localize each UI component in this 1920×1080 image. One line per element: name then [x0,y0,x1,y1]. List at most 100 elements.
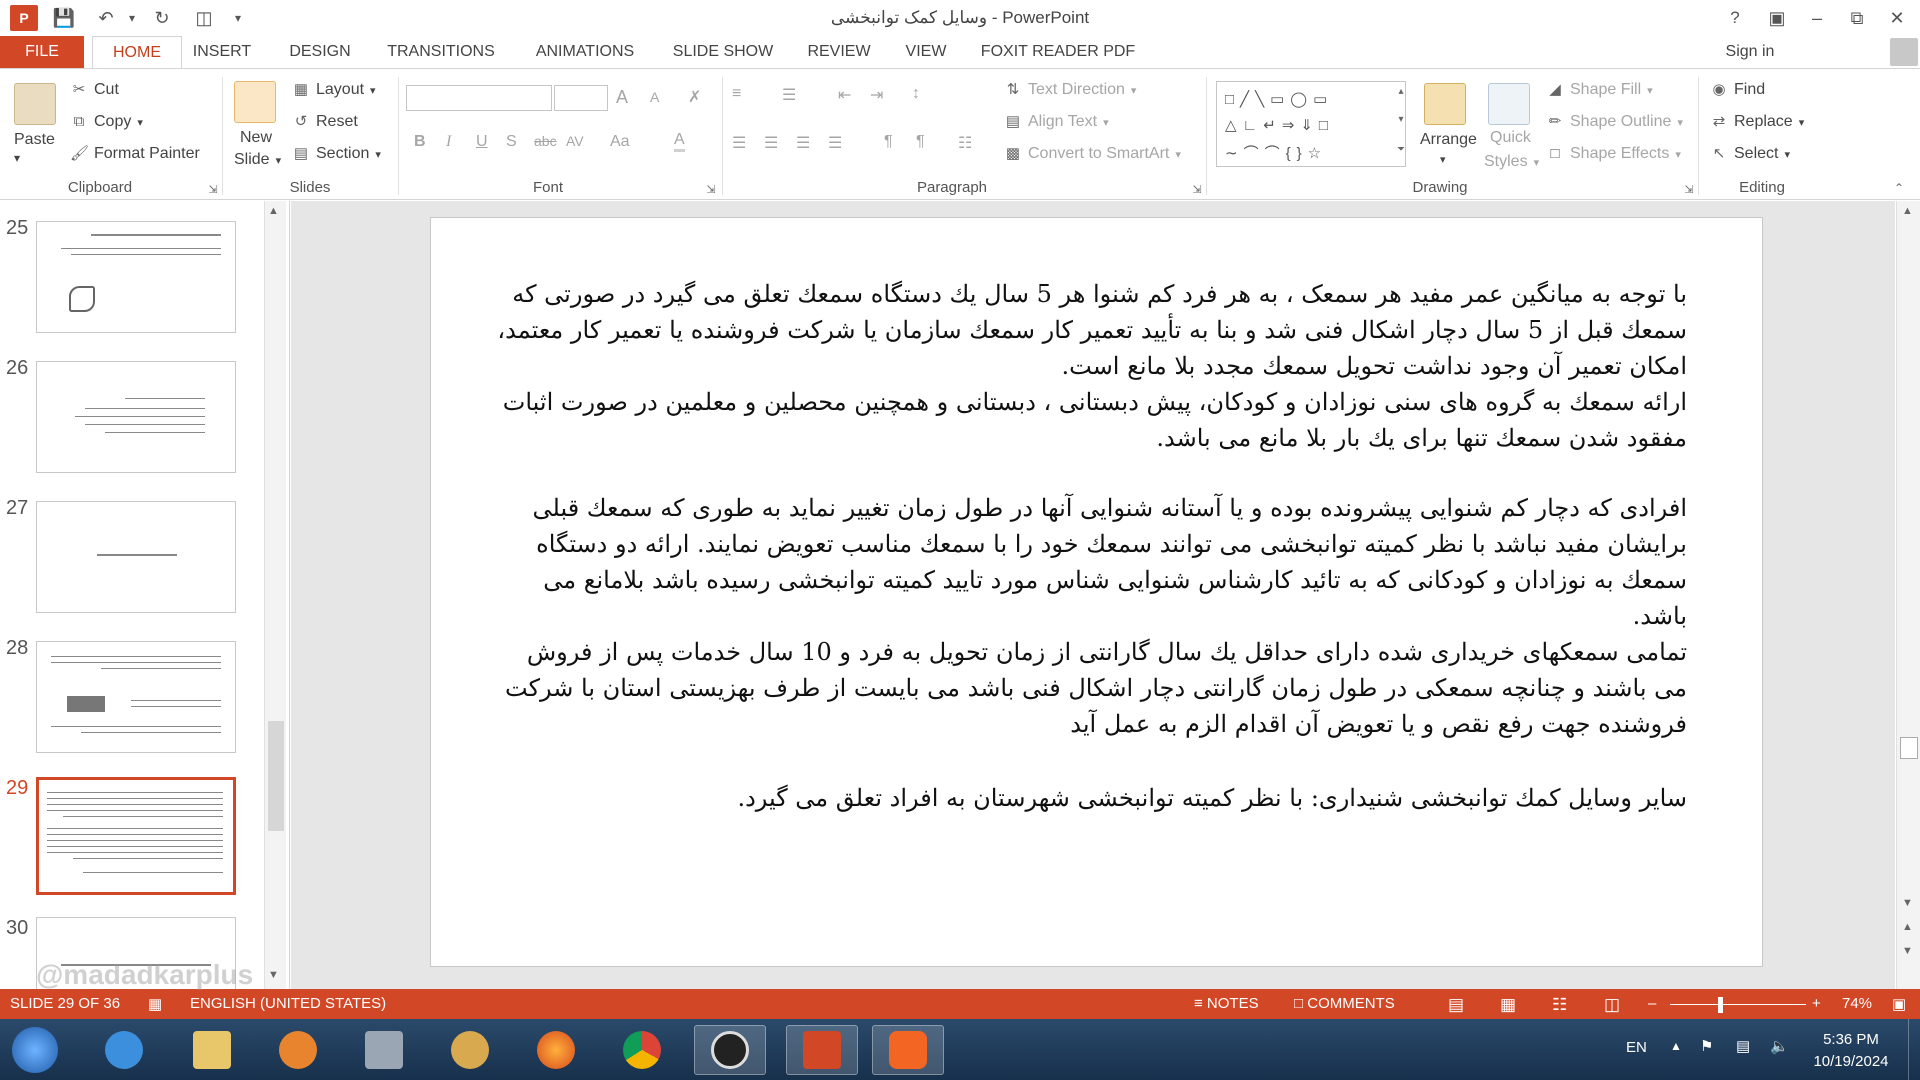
show-hidden-icons-icon[interactable]: ▲ [1670,1039,1682,1053]
character-spacing-button[interactable]: AV [566,133,584,149]
slide-paragraph[interactable]: با توجه به میانگین عمر مفید هر سمعک ، به… [487,276,1687,384]
align-text-button[interactable]: Align Text [1028,113,1097,131]
align-center-icon[interactable]: ☰ [764,133,778,153]
ribbon-display-options-icon[interactable]: ▣ [1760,4,1794,32]
replace-button[interactable]: Replace [1734,113,1793,131]
slide-paragraph[interactable]: تمامی سمعكهای خریداری شده دارای حداقل یك… [487,634,1687,742]
zoom-slider-thumb[interactable] [1718,997,1724,1013]
taskbar-firefox[interactable] [520,1025,592,1075]
scroll-down-icon[interactable]: ▼ [268,969,279,981]
shapes-gallery[interactable]: □╱╲▭◯▭ △∟↵⇒⇓□ ∼⌒⌒{}☆ [1216,81,1406,167]
action-center-flag-icon[interactable]: ⚑ [1700,1037,1713,1055]
italic-button[interactable]: I [446,133,451,151]
slide-paragraph[interactable]: ارائه سمعك به گروه های سنی نوزادان و کود… [487,384,1687,456]
bold-button[interactable]: B [414,133,426,151]
quick-styles-icon[interactable] [1488,83,1530,125]
strikethrough-button[interactable]: abc [534,133,557,149]
paragraph-launcher-icon[interactable]: ⇲ [1188,181,1206,199]
arrange-button[interactable]: Arrange [1420,131,1477,149]
new-slide-icon[interactable] [234,81,276,123]
font-launcher-icon[interactable]: ⇲ [702,181,720,199]
fit-slide-icon[interactable]: ▣ [1892,995,1906,1013]
arrange-dropdown-icon[interactable]: ▾ [1440,153,1446,166]
arrange-icon[interactable] [1424,83,1466,125]
slide-canvas[interactable]: با توجه به میانگین عمر مفید هر سمعک ، به… [430,217,1763,967]
clear-formatting-icon[interactable]: ✗ [688,87,701,107]
shapes-scroll-down-icon[interactable]: ▾ [1392,111,1410,129]
clipboard-launcher-icon[interactable]: ⇲ [204,181,222,199]
taskbar-internet-explorer[interactable] [88,1025,160,1075]
ltr-icon[interactable]: ¶ [884,133,893,151]
avatar[interactable] [1890,38,1918,66]
collapse-ribbon-icon[interactable]: ⌃ [1890,179,1908,197]
shape-fill-button[interactable]: Shape Fill [1570,81,1641,99]
zoom-level[interactable]: 74% [1842,995,1872,1012]
next-slide-icon[interactable]: ▼ [1902,945,1913,957]
tab-slide-show[interactable]: SLIDE SHOW [668,36,778,68]
text-direction-button[interactable]: Text Direction [1028,81,1125,99]
decrease-indent-icon[interactable]: ⇤ [838,85,851,105]
show-desktop-button[interactable] [1908,1019,1920,1080]
minimize-icon[interactable]: – [1800,4,1834,32]
restore-icon[interactable]: ⧉ [1840,4,1874,32]
tab-animations[interactable]: ANIMATIONS [526,36,644,68]
slide-paragraph[interactable]: سایر وسایل کمك توانبخشی شنیداری: با نظر … [487,780,1687,816]
taskbar-calculator[interactable] [348,1025,420,1075]
shape-effects-button[interactable]: Shape Effects [1570,145,1669,163]
zoom-in-icon[interactable]: + [1812,995,1821,1012]
previous-slide-icon[interactable]: ▲ [1902,921,1913,933]
layout-button[interactable]: Layout [316,81,364,99]
tab-insert[interactable]: INSERT [190,36,254,68]
cut-button[interactable]: Cut [94,81,119,99]
slide-scrollbar[interactable]: ▲ ▼ ▲ ▼ [1896,201,1920,989]
zoom-slider[interactable] [1670,1004,1806,1005]
sign-in-link[interactable]: Sign in [1716,36,1784,68]
scroll-up-icon[interactable]: ▲ [268,205,279,217]
slide-thumbnail-26[interactable] [36,361,236,473]
select-button[interactable]: Select [1734,145,1778,163]
taskbar-foxit-pdf[interactable] [872,1025,944,1075]
numbering-icon[interactable]: ☰ [782,85,796,105]
slide-sorter-icon[interactable]: ▦ [1500,995,1516,1015]
start-button[interactable] [12,1027,58,1073]
drawing-launcher-icon[interactable]: ⇲ [1680,181,1698,199]
paste-dropdown-icon[interactable]: ▾ [14,151,20,165]
columns-icon[interactable]: ☷ [958,133,972,153]
justify-icon[interactable]: ☰ [828,133,842,153]
clock-date[interactable]: 10/19/2024 [1808,1053,1894,1070]
copy-dropdown-icon[interactable]: ▾ [137,116,143,129]
quick-styles-label-1[interactable]: Quick [1490,129,1531,147]
new-slide-dropdown-icon[interactable]: ▾ [276,154,282,167]
convert-smartart-button[interactable]: Convert to SmartArt [1028,145,1169,163]
tab-file[interactable]: FILE [0,36,84,68]
network-icon[interactable]: ▤ [1736,1037,1750,1055]
spell-check-icon[interactable]: ▦ [148,995,162,1013]
text-shadow-button[interactable]: S [506,133,517,151]
line-spacing-icon[interactable]: ↕ [912,85,920,103]
select-dropdown-icon[interactable]: ▾ [1784,148,1790,161]
taskbar-paint[interactable] [434,1025,506,1075]
help-button[interactable]: ? [1718,4,1752,32]
taskbar-powerpoint[interactable] [786,1025,858,1075]
layout-dropdown-icon[interactable]: ▾ [370,84,376,97]
reading-view-icon[interactable]: ☷ [1552,995,1567,1015]
change-case-button[interactable]: Aa [610,133,630,151]
paste-icon[interactable] [14,83,56,125]
shrink-font-button[interactable]: A [650,89,659,105]
font-name-combo[interactable] [406,85,552,111]
language-bar[interactable]: EN [1626,1039,1647,1056]
underline-button[interactable]: U [476,133,488,151]
slide-scroll-thumb[interactable] [1900,737,1918,759]
scroll-up-icon[interactable]: ▲ [1902,205,1913,217]
bullets-icon[interactable]: ≡ [732,85,741,103]
shape-outline-button[interactable]: Shape Outline [1570,113,1671,131]
slide-thumbnail-28[interactable] [36,641,236,753]
taskbar-file-explorer[interactable] [176,1025,248,1075]
new-slide-label-2[interactable]: Slide [234,151,270,169]
tab-foxit-reader-pdf[interactable]: FOXIT READER PDF [978,36,1138,68]
shapes-scroll-up-icon[interactable]: ▴ [1392,83,1410,101]
reset-button[interactable]: Reset [316,113,358,131]
close-icon[interactable]: ✕ [1880,4,1914,32]
thumbnail-scrollbar[interactable]: ▲ ▼ [264,201,286,989]
tab-transitions[interactable]: TRANSITIONS [382,36,500,68]
